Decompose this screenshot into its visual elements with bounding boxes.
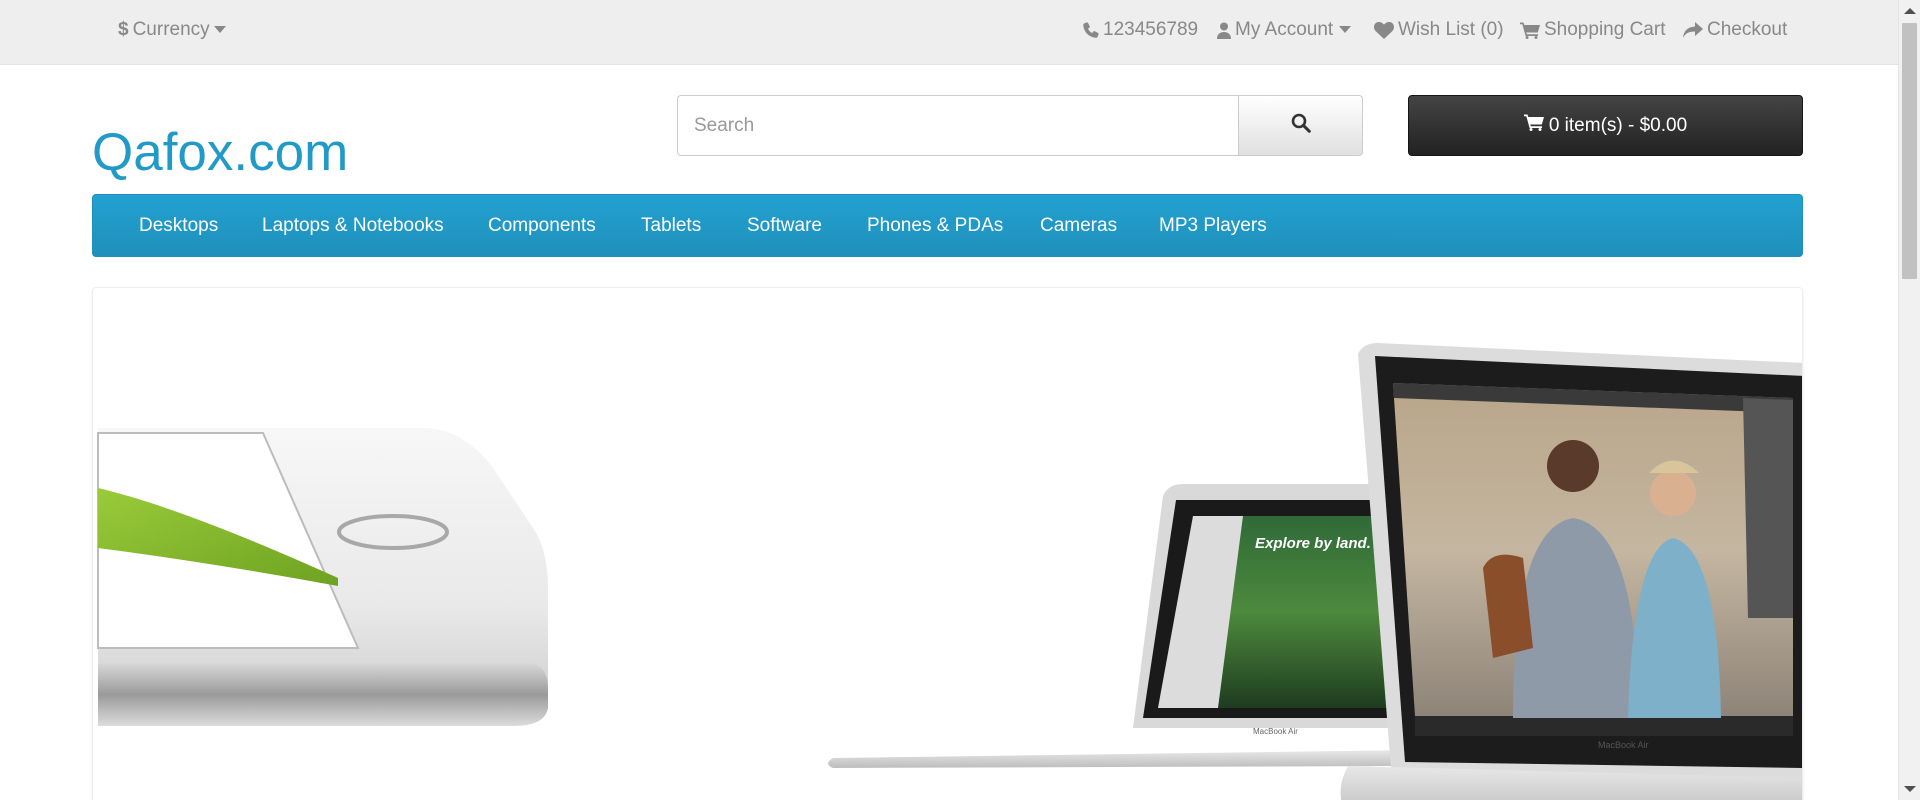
menu-item-desktops[interactable]: Desktops	[139, 195, 218, 256]
my-account-dropdown[interactable]: My Account	[1217, 0, 1355, 60]
checkout-link[interactable]: Checkout	[1683, 0, 1787, 60]
menu-item-phones-pdas[interactable]: Phones & PDAs	[867, 195, 1003, 256]
menu-item-cameras[interactable]: Cameras	[1040, 195, 1117, 256]
phone-link[interactable]: 123456789	[1083, 0, 1198, 60]
menu-item-components[interactable]: Components	[488, 195, 596, 256]
search-input[interactable]	[677, 95, 1238, 156]
wish-list-label: Wish List (0)	[1398, 19, 1504, 40]
search-icon	[1291, 113, 1311, 138]
phone-icon	[1083, 21, 1099, 39]
main-menu: Desktops Laptops & Notebooks Components …	[92, 194, 1803, 257]
currency-dollar-icon: $	[118, 19, 129, 40]
search-bar	[677, 95, 1363, 156]
checkout-label: Checkout	[1707, 19, 1788, 40]
user-icon	[1217, 22, 1231, 39]
scrollbar-thumb[interactable]	[1902, 23, 1917, 279]
hero-slideshow[interactable]: Explore by land. MacBook Air MacBook Air	[92, 287, 1803, 800]
scroll-up-icon[interactable]	[1904, 8, 1916, 14]
share-icon	[1683, 21, 1703, 39]
phone-number: 123456789	[1103, 19, 1199, 40]
wish-list-link[interactable]: Wish List (0)	[1374, 0, 1504, 60]
cart-icon	[1523, 114, 1549, 137]
laptop-large-illustration: MacBook Air	[1340, 343, 1802, 800]
laptop-small-illustration: Explore by land. MacBook Air	[828, 484, 1413, 768]
search-button[interactable]	[1238, 95, 1363, 156]
menu-item-mp3-players[interactable]: MP3 Players	[1159, 195, 1267, 256]
top-bar: $ Currency 123456789 My Account Wish Lis…	[0, 0, 1898, 65]
site-logo[interactable]: Qafox.com	[92, 120, 348, 186]
cart-total-label: 0 item(s) - $0.00	[1548, 114, 1688, 136]
menu-item-software[interactable]: Software	[747, 195, 822, 256]
currency-label: Currency	[132, 19, 210, 40]
page-scrollbar[interactable]	[1898, 0, 1920, 800]
currency-dropdown[interactable]: $ Currency	[118, 0, 230, 60]
shopping-cart-link[interactable]: Shopping Cart	[1520, 0, 1665, 60]
cart-total-button[interactable]: 0 item(s) - $0.00	[1408, 95, 1803, 156]
caret-down-icon	[213, 26, 226, 34]
laptop-brand-large: MacBook Air	[1598, 740, 1649, 750]
menu-item-laptops-notebooks[interactable]: Laptops & Notebooks	[262, 195, 444, 256]
hero-banner-image: Explore by land. MacBook Air MacBook Air	[97, 343, 1802, 800]
caret-down-icon	[1339, 26, 1352, 34]
phone-illustration	[97, 428, 548, 726]
menu-item-tablets[interactable]: Tablets	[641, 195, 701, 256]
laptop-screen-caption: Explore by land.	[1255, 535, 1371, 552]
my-account-label: My Account	[1235, 19, 1334, 40]
heart-icon	[1374, 21, 1394, 39]
scroll-down-icon[interactable]	[1904, 786, 1916, 792]
laptop-brand-small: MacBook Air	[1253, 727, 1298, 736]
cart-icon	[1520, 22, 1540, 39]
shopping-cart-label: Shopping Cart	[1544, 19, 1666, 40]
